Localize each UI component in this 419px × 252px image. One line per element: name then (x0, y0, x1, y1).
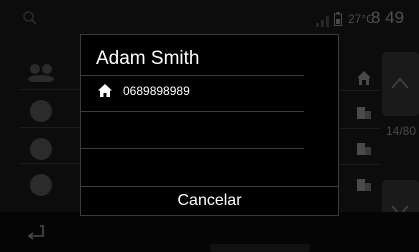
title-divider (81, 75, 304, 76)
group-avatar-icon[interactable] (26, 62, 56, 83)
signal-icon (316, 14, 330, 27)
empty-row (81, 112, 304, 148)
home-icon (356, 70, 372, 86)
row-divider (20, 127, 80, 128)
clock: 8 49 (371, 8, 405, 27)
search-icon[interactable] (22, 10, 38, 26)
building-icon (356, 140, 372, 156)
avatar[interactable] (30, 174, 52, 196)
avatar[interactable] (30, 138, 52, 160)
bottom-tab[interactable] (210, 244, 310, 252)
phone-number: 0689898989 (123, 84, 190, 98)
building-icon (356, 176, 372, 192)
cancel-button[interactable]: Cancelar (81, 186, 338, 215)
chevron-up-icon (391, 77, 409, 89)
contact-dialog: Adam Smith 0689898989 Cancelar (80, 34, 339, 216)
contacts-list (0, 50, 80, 200)
battery-icon (334, 12, 342, 26)
contact-name: Adam Smith (96, 48, 200, 69)
empty-row (81, 149, 304, 185)
row-divider (338, 90, 380, 91)
page-counter: 14/80 (386, 124, 417, 138)
moon-icon (300, 12, 310, 26)
status-bar: 27°C 8 49 (0, 0, 419, 36)
scroll-up-button[interactable] (382, 52, 419, 116)
avatar[interactable] (30, 100, 52, 122)
row-divider (338, 128, 380, 129)
building-icon (356, 104, 372, 120)
row-divider (20, 89, 80, 90)
row-divider (338, 164, 380, 165)
home-icon (98, 84, 112, 97)
row-divider (20, 163, 80, 164)
phone-number-row[interactable]: 0689898989 (81, 77, 304, 111)
back-arrow-icon[interactable] (24, 224, 46, 240)
